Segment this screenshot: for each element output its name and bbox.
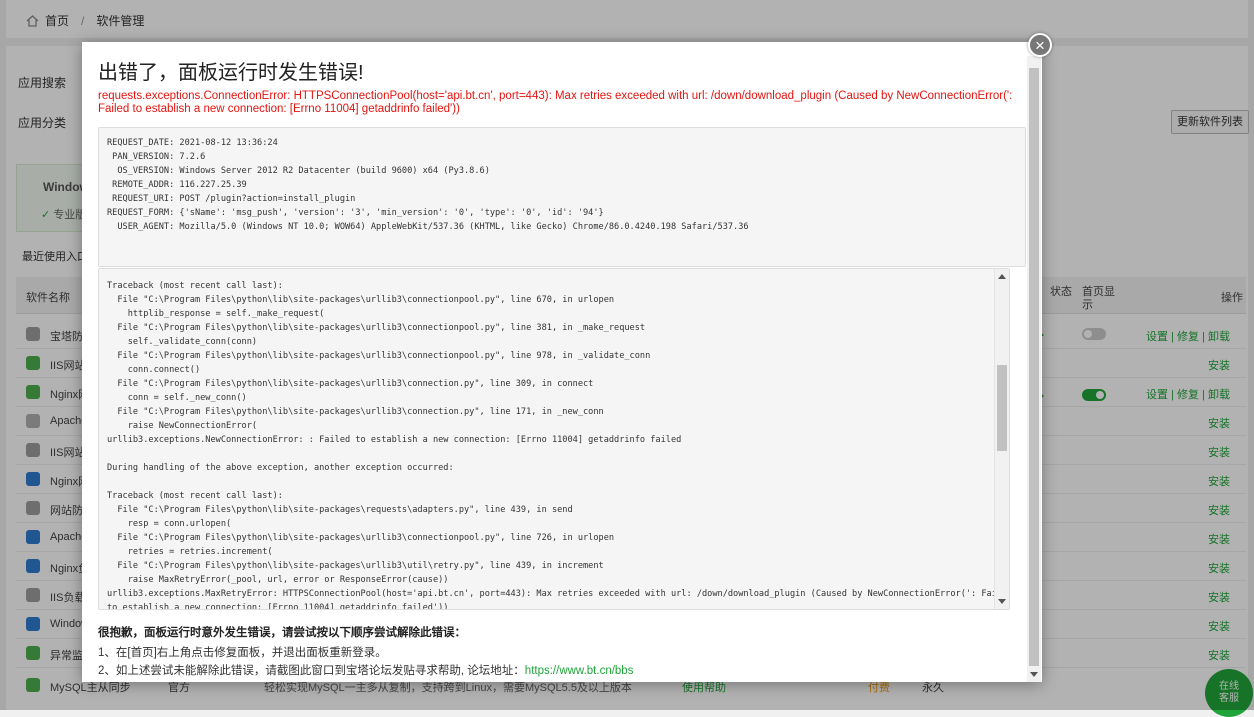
dialog-scroll-down-icon[interactable] [1030,672,1038,677]
forum-link[interactable]: https://www.bt.cn/bbs [525,665,634,677]
hint-step-2: 2、如上述尝试未能解除此错误，请截图此窗口到宝塔论坛发贴寻求帮助, 论坛地址：h… [98,665,634,677]
traceback-box[interactable]: Traceback (most recent call last): File … [98,268,1010,610]
scroll-down-icon[interactable] [998,599,1006,604]
hint-title: 很抱歉，面板运行时意外发生错误，请尝试按以下顺序尝试解除此错误： [98,627,466,639]
traceback-scrollbar[interactable] [994,269,1009,609]
request-info-box: REQUEST_DATE: 2021-08-12 13:36:24 PAN_VE… [98,127,1026,267]
traceback-text: Traceback (most recent call last): File … [107,281,1009,610]
error-message: requests.exceptions.ConnectionError: HTT… [98,90,1013,115]
hint-step-1: 1、在[首页]右上角点击修复面板，并退出面板重新登录。 [98,647,387,659]
scroll-up-icon[interactable] [998,274,1006,279]
traceback-scroll-thumb[interactable] [997,365,1007,451]
dialog-scrollbar[interactable] [1027,56,1041,682]
dialog-scroll-thumb[interactable] [1029,68,1039,666]
error-dialog-title: 出错了，面板运行时发生错误! [98,62,364,84]
request-info-text: REQUEST_DATE: 2021-08-12 13:36:24 PAN_VE… [107,138,749,232]
error-dialog: 出错了，面板运行时发生错误! requests.exceptions.Conne… [82,42,1042,682]
close-dialog-button[interactable]: × [1028,33,1052,57]
